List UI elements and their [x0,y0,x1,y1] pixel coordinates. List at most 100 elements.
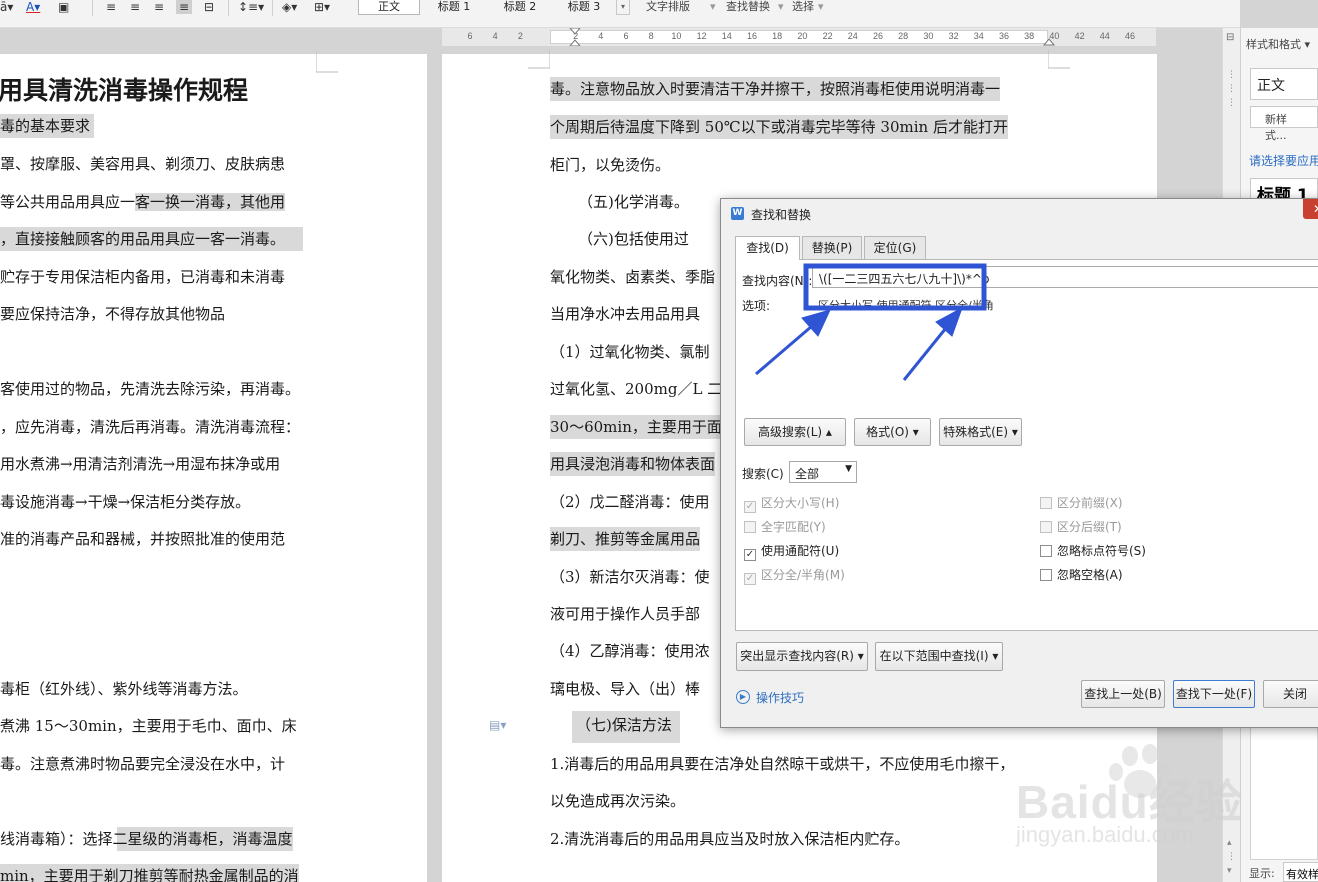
styles-more-icon[interactable]: ▾ [616,0,630,15]
wps-writer-icon: W [731,207,744,220]
checkbox-icon [1040,545,1052,557]
tab-goto[interactable]: 定位(G) [864,236,926,259]
find-input[interactable]: \([一二三四五六七八九十]\)*^p [812,266,1318,288]
style-normal[interactable]: 正文 [358,0,420,15]
style-heading-1[interactable]: 标题 1 [424,0,484,15]
left-line: ，直接接触顾客的用品用具应一客一消毒。 [0,227,304,251]
ruler-number: 2 [517,31,523,41]
page-corner-marker [528,50,550,69]
ruler-number: 34 [973,31,984,41]
checkbox-match-case[interactable]: ✓ 区分大小写(H) [744,494,839,513]
right-line: 1.消毒后的用品用具要在洁净处自然晾干或烘干，不应使用毛巾擦干， [550,755,1015,773]
find-next-button[interactable]: 查找下一处(F) [1173,680,1255,708]
right-line: 柜门，以免烫伤。 [550,156,671,174]
borders-icon[interactable]: ⊞▾ [314,0,330,14]
checkbox-label: 忽略空格(A) [1057,568,1123,582]
right-line: 液可用于操作人员手部 [550,605,701,623]
align-left-icon[interactable]: ≡ [106,0,116,14]
left-line: 毒柜（红外线）、紫外线等消毒方法。 [0,680,248,698]
show-label: 显示: [1249,867,1275,880]
show-select[interactable]: 有效样式 [1283,862,1318,882]
current-style-field[interactable]: 正文 [1250,68,1318,100]
ruler-number: 36 [998,31,1009,41]
ruler-number: 28 [898,31,909,41]
ruler-number: 4 [492,31,498,41]
text-layout-menu[interactable]: 文字排版 [646,0,690,14]
panel-toggle-icon[interactable]: ⊟ [1226,32,1234,43]
checkbox-match-prefix[interactable]: 区分前缀(X) [1040,494,1123,511]
tab-find[interactable]: 查找(D) [735,236,800,260]
styles-hint: 请选择要应用的格式 [1249,154,1318,168]
checkbox-label: 忽略标点符号(S) [1057,544,1146,558]
ruler-number: 20 [797,31,808,41]
checkbox-label: 区分大小写(H) [761,496,840,510]
checkbox-match-width[interactable]: ✓ 区分全/半角(M) [744,566,845,585]
select-menu[interactable]: 选择 [792,0,814,14]
right-line: 个周期后待温度下降到 50℃以下或消毒完毕等待 30min 后才能打开 [550,115,1008,139]
tab-replace[interactable]: 替换(P) [802,236,862,259]
checkbox-ignore-punctuation[interactable]: 忽略标点符号(S) [1040,542,1146,559]
style-heading-2[interactable]: 标题 2 [490,0,550,15]
ruler-number: 12 [696,31,707,41]
document-page-left[interactable]: 用具清洗消毒操作规程 毒的基本要求 罩、按摩服、美容用具、剃须刀、皮肤病患 等公… [0,52,427,882]
right-indent-marker-icon[interactable] [1043,34,1055,46]
right-line: （七)保洁方法 [572,711,680,743]
left-line: 毒。注意煮沸时物品要完全浸没在水中，计 [0,755,286,773]
align-center-icon[interactable]: ≡ [130,0,140,14]
page-corner-marker [1048,50,1070,69]
search-scope-select[interactable]: 全部 ▼ [789,461,857,483]
watermark-url: jingyan.baidu.com [1016,822,1194,847]
checkbox-use-wildcards[interactable]: ✓ 使用通配符(U) [744,542,839,561]
char-border-icon[interactable]: ▣ [58,0,69,14]
special-format-button[interactable]: 特殊格式(E) ▾ [939,418,1022,446]
checkbox-ignore-spaces[interactable]: 忽略空格(A) [1040,566,1123,583]
checkbox-whole-word[interactable]: 全字匹配(Y) [744,518,826,535]
line-spacing-icon[interactable]: ↕≡▾ [238,0,264,14]
styles-panel-title[interactable]: 样式和格式 ▾ [1246,36,1310,52]
left-line: 准的消毒产品和器械，并按照批准的使用范 [0,530,286,548]
find-in-scope-button[interactable]: 在以下范围中查找(I) ▾ [875,642,1003,671]
document-title: 用具清洗消毒操作规程 [0,76,249,105]
dialog-title-bar[interactable]: W 查找和替换 ✕ [721,199,1318,227]
scroll-marks-icon[interactable]: ⋮ ⋮ ⋮ [1227,68,1236,110]
shading-icon[interactable]: ◈▾ [282,0,297,14]
distributed-icon[interactable]: ⊟ [204,0,214,14]
checkbox-label: 区分后缀(T) [1057,520,1122,534]
font-color-icon[interactable]: A▾ [26,0,40,14]
checkbox-icon [1040,497,1052,509]
right-line: 当用净水冲去用品用具 [550,305,701,323]
highlight-icon[interactable]: ā▾ [0,0,13,14]
checkbox-label: 使用通配符(U) [761,544,840,558]
ruler-number: 46 [1124,31,1135,41]
ruler-number: 14 [721,31,732,41]
highlight-results-button[interactable]: 突出显示查找内容(R) ▾ [736,642,868,671]
dropdown-arrow-icon: ▾ [778,0,784,13]
checkbox-icon [1040,569,1052,581]
ruler-number: 6 [623,31,629,41]
play-circle-icon[interactable]: ▶ [736,690,750,704]
chevron-down-icon: ▼ [845,464,852,474]
paragraph-marker-icon[interactable]: ▤▾ [489,718,506,732]
format-button[interactable]: 格式(O) ▾ [854,418,931,446]
ruler-number: 24 [847,31,858,41]
ruler-number: 10 [671,31,682,41]
indent-marker-icon[interactable] [569,28,581,46]
checkbox-match-suffix[interactable]: 区分后缀(T) [1040,518,1122,535]
close-icon[interactable]: ✕ [1303,199,1318,219]
right-line: 30～60min，主要用于面 [550,415,722,439]
justify-icon[interactable]: ≡ [176,0,193,14]
right-line: （六)包括使用过 [578,230,689,248]
right-line: （五)化学消毒。 [578,193,689,211]
find-previous-button[interactable]: 查找上一处(B) [1081,680,1165,708]
style-heading-3[interactable]: 标题 3 [556,0,612,15]
tips-link[interactable]: 操作技巧 [756,689,804,706]
right-line: 毒。注意物品放入时要清洁干净并擦干，按照消毒柜使用说明消毒一 [550,77,1001,101]
checkbox-label: 全字匹配(Y) [761,520,826,534]
advanced-search-button[interactable]: 高级搜索(L) ▴ [744,418,846,446]
find-replace-menu[interactable]: 查找替换 [726,0,770,14]
close-button[interactable]: 关闭 [1263,680,1318,708]
ruler-number: 22 [822,31,833,41]
align-right-icon[interactable]: ≡ [154,0,164,14]
new-style-button[interactable]: 新样式... [1250,106,1318,142]
horizontal-ruler[interactable]: 6 4 2 2 4 6 8 10 12 14 16 18 20 22 24 26 28 30 32 34 36 38 40 4… [442,28,1156,46]
